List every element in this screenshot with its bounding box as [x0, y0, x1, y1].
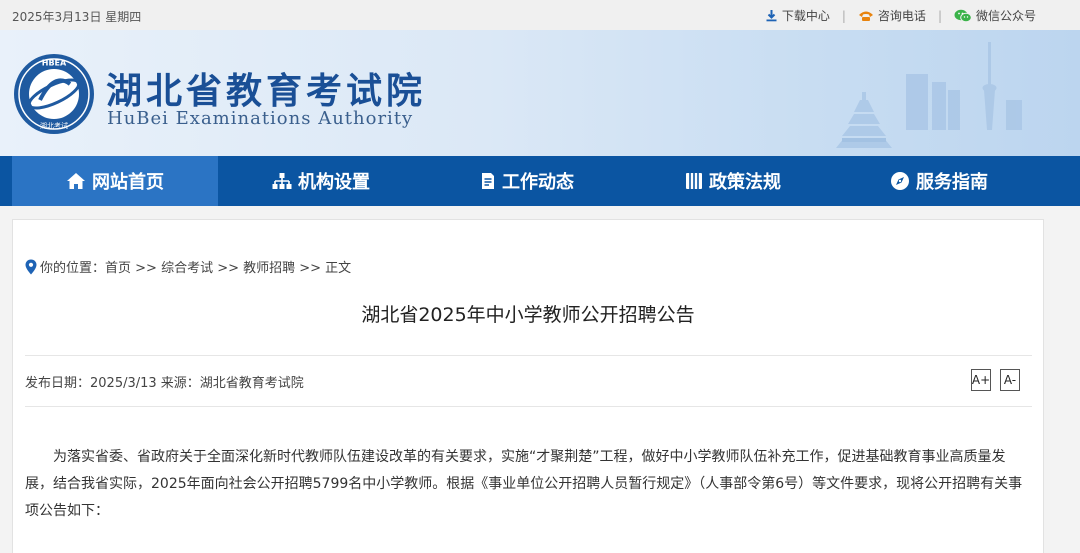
article-paragraph: 为落实省委、省政府关于全面深化新时代教师队伍建设改革的有关要求，实施“才聚荆楚”… — [25, 449, 1023, 519]
article-meta: 发布日期：2025/3/13 来源：湖北省教育考试院 A+ A- — [25, 355, 1032, 407]
font-decrease-button[interactable]: A- — [1000, 369, 1020, 391]
logo-sub-text: 湖北考试 — [40, 121, 68, 130]
nav-item-home[interactable]: 网站首页 — [12, 156, 218, 206]
nav-item-label: 服务指南 — [916, 172, 988, 193]
nav-item-policy[interactable]: 政策法规 — [630, 156, 836, 206]
book-icon — [686, 173, 702, 189]
separator: | — [841, 8, 846, 23]
location-pin-icon — [25, 259, 37, 274]
hbea-logo[interactable]: HBEA 湖北考试 — [12, 52, 96, 136]
nav-item-service-guide[interactable]: 服务指南 — [836, 156, 1042, 206]
site-header: HBEA 湖北考试 湖北省教育考试院 HuBei Examinations Au… — [0, 30, 1080, 156]
article-panel: 你的位置： 首页 >> 综合考试 >> 教师招聘 >> 正文 湖北省2025年中… — [12, 219, 1044, 553]
main-nav: 网站首页 机构设置 工作动态 政策法规 服务指南 — [0, 156, 1080, 206]
nav-item-work-news[interactable]: 工作动态 — [424, 156, 630, 206]
font-size-controls: A+ A- — [962, 369, 1020, 391]
logo-ring-text: HBEA — [42, 59, 67, 68]
font-increase-button[interactable]: A+ — [971, 369, 991, 391]
separator: | — [937, 8, 942, 23]
skyline-decoration — [836, 42, 1022, 148]
hotline-link[interactable]: 咨询电话 — [858, 7, 926, 24]
home-icon — [67, 173, 85, 189]
wechat-label: 微信公众号 — [975, 9, 1036, 23]
publish-info: 发布日期：2025/3/13 来源：湖北省教育考试院 — [25, 376, 304, 391]
phone-icon — [858, 11, 873, 21]
nav-item-label: 网站首页 — [92, 172, 164, 193]
article-title: 湖北省2025年中小学教师公开招聘公告 — [361, 304, 695, 326]
breadcrumb-prefix: 你的位置： — [40, 261, 106, 276]
nav-item-label: 机构设置 — [298, 172, 370, 193]
site-subtitle: HuBei Examinations Authority — [107, 108, 414, 129]
nav-item-organization[interactable]: 机构设置 — [218, 156, 424, 206]
download-center-label: 下载中心 — [781, 9, 830, 23]
wechat-icon — [954, 9, 972, 22]
compass-icon — [891, 172, 909, 190]
document-icon — [482, 173, 494, 189]
breadcrumb-path[interactable]: 首页 >> 综合考试 >> 教师招聘 >> 正文 — [105, 257, 351, 276]
top-links: 下载中心 | 咨询电话 | 微信公众号 — [765, 7, 1036, 24]
org-chart-icon — [272, 173, 292, 189]
nav-item-label: 政策法规 — [709, 172, 781, 193]
breadcrumb: 你的位置： 首页 >> 综合考试 >> 教师招聘 >> 正文 — [25, 257, 351, 276]
download-icon — [766, 10, 777, 22]
nav-item-label: 工作动态 — [502, 172, 574, 193]
hotline-label: 咨询电话 — [877, 9, 926, 23]
wechat-link[interactable]: 微信公众号 — [954, 7, 1036, 24]
current-date: 2025年3月13日 星期四 — [12, 10, 142, 24]
top-bar: 2025年3月13日 星期四 下载中心 | 咨询电话 | 微信公众号 — [0, 0, 1080, 30]
site-title: 湖北省教育考试院 — [106, 70, 427, 112]
download-center-link[interactable]: 下载中心 — [765, 7, 830, 24]
